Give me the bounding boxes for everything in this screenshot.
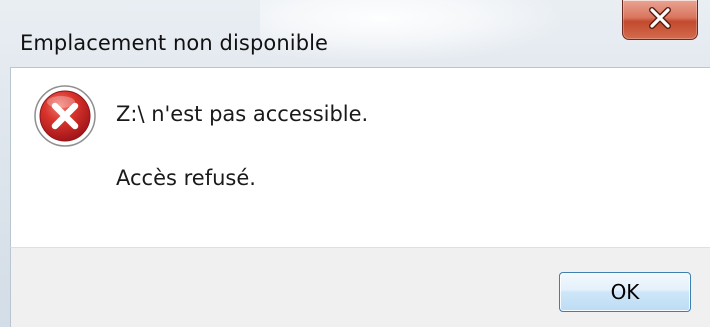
error-message: Z:\ n'est pas accessible. xyxy=(116,102,369,126)
dialog-footer: OK xyxy=(10,247,710,327)
error-icon xyxy=(34,85,96,147)
close-button[interactable] xyxy=(622,0,698,40)
titlebar[interactable]: Emplacement non disponible xyxy=(0,0,710,66)
window-title: Emplacement non disponible xyxy=(20,31,329,55)
close-icon xyxy=(649,7,671,29)
dialog-window: Emplacement non disponible Z:\ n'est pas… xyxy=(0,0,710,327)
error-detail: Accès refusé. xyxy=(116,166,256,190)
dialog-content: Z:\ n'est pas accessible. Accès refusé. xyxy=(10,67,710,247)
ok-button[interactable]: OK xyxy=(559,272,691,312)
